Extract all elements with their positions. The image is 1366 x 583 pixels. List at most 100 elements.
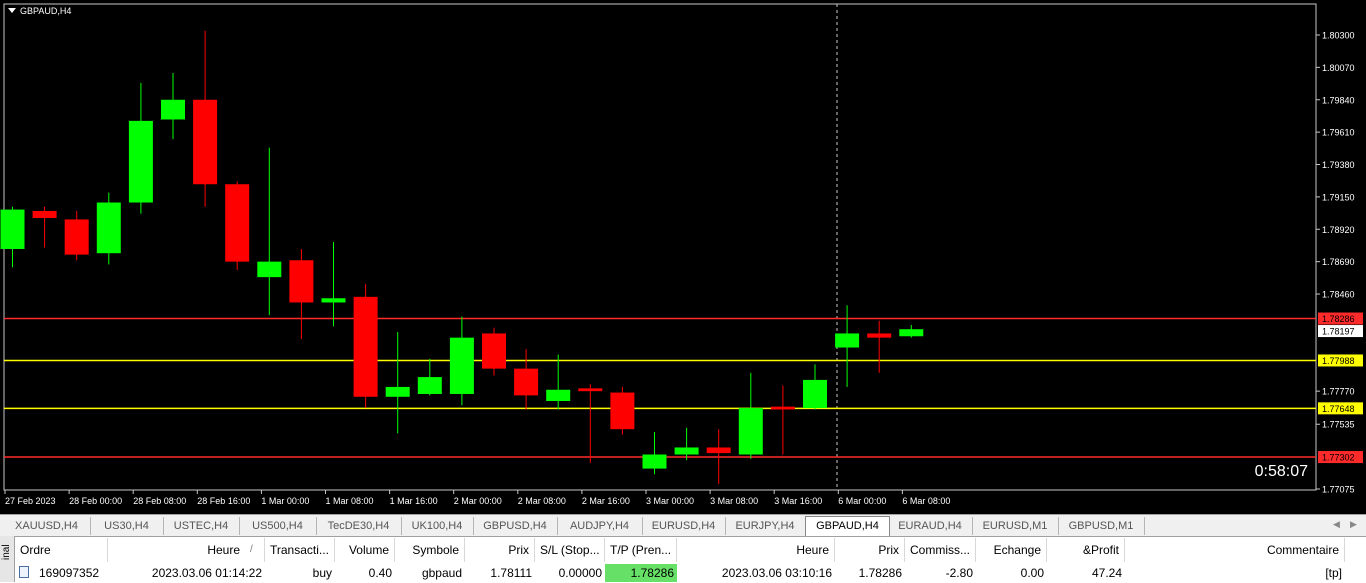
candle-body — [353, 296, 378, 397]
cell-prix-close[interactable]: 1.78286 — [835, 564, 905, 582]
chart-tabs-bar: XAUUSD,H4 US30,H4 USTEC,H4 US500,H4 TecDE30,… — [0, 514, 1366, 537]
plot-frame — [3, 3, 1317, 491]
price-axis-label: 1.80300 — [1322, 31, 1355, 41]
price-axis-label: 1.77535 — [1322, 420, 1355, 430]
column-header-profit[interactable]: &Profit — [1047, 538, 1125, 562]
column-header-tp[interactable]: T/P (Pren... — [605, 538, 677, 562]
column-header-commission[interactable]: Commiss... — [905, 538, 976, 562]
cell-heure-close[interactable]: 2023.03.06 03:10:16 — [677, 564, 835, 582]
candle-body — [514, 368, 539, 396]
candle-body — [546, 389, 571, 402]
tab-gbpaud-h4[interactable]: GBPAUD,H4 — [805, 516, 890, 537]
cell-heure[interactable]: 2023.03.06 01:14:22 — [108, 564, 265, 582]
tab-uk100-h4[interactable]: UK100,H4 — [401, 517, 474, 535]
tab-gbpusd-m1[interactable]: GBPUSD,M1 — [1058, 517, 1145, 535]
candle-body — [128, 120, 153, 203]
candle-body — [96, 202, 121, 254]
price-axis-label: 1.78690 — [1322, 257, 1355, 267]
column-header-echange[interactable]: Echange — [976, 538, 1047, 562]
column-header-symbole[interactable]: Symbole — [395, 538, 465, 562]
candle-body — [770, 406, 795, 410]
candle-body — [610, 392, 635, 430]
column-header-prix-close[interactable]: Prix — [835, 538, 905, 562]
price-axis-label: 1.78920 — [1322, 225, 1355, 235]
terminal-side-label: inal — [0, 536, 15, 582]
cell-commentaire[interactable]: [tp] — [1125, 564, 1345, 582]
tab-eurjpy-h4[interactable]: EURJPY,H4 — [725, 517, 806, 535]
order-document-icon — [19, 566, 29, 578]
tab-eurusd-h4[interactable]: EURUSD,H4 — [642, 517, 726, 535]
price-level-tag-label: 1.77648 — [1322, 404, 1355, 414]
column-header-prix[interactable]: Prix — [465, 538, 535, 562]
time-axis-label: 27 Feb 2023 — [5, 496, 56, 506]
price-axis-label: 1.79610 — [1322, 128, 1355, 138]
candle-body — [64, 219, 89, 255]
tab-scroll-left-icon[interactable]: ◀ — [1333, 519, 1340, 530]
price-axis-label: 1.77075 — [1322, 485, 1355, 495]
cell-prix[interactable]: 1.78111 — [465, 564, 535, 582]
column-header-ordre[interactable]: Ordre — [15, 538, 108, 562]
time-axis-label: 1 Mar 16:00 — [390, 496, 438, 506]
tab-eurusd-m1[interactable]: EURUSD,M1 — [972, 517, 1059, 535]
candle-body — [867, 333, 892, 338]
tab-gbpusd-h4[interactable]: GBPUSD,H4 — [473, 517, 558, 535]
candle-body — [835, 333, 860, 348]
time-axis-label: 3 Mar 00:00 — [646, 496, 694, 506]
column-header-transaction[interactable]: Transacti... — [265, 538, 335, 562]
column-header-volume[interactable]: Volume — [335, 538, 395, 562]
candle-body — [417, 377, 442, 394]
tab-us30-h4[interactable]: US30,H4 — [90, 517, 164, 535]
time-axis-label: 2 Mar 00:00 — [454, 496, 502, 506]
candle-body — [803, 379, 827, 409]
candle-body — [385, 386, 410, 397]
time-axis-label: 2 Mar 16:00 — [582, 496, 630, 506]
time-axis-label: 3 Mar 08:00 — [710, 496, 758, 506]
column-header-heure-close[interactable]: Heure — [677, 538, 835, 562]
column-header-heure[interactable]: Heure — [108, 538, 265, 562]
time-axis-label: 28 Feb 16:00 — [197, 496, 250, 506]
bar-countdown-timer: 0:58:07 — [1254, 463, 1308, 480]
tab-tecde30-h4[interactable]: TecDE30,H4 — [316, 517, 402, 535]
tab-euraud-h4[interactable]: EURAUD,H4 — [888, 517, 973, 535]
time-axis-label: 6 Mar 00:00 — [838, 496, 886, 506]
cell-symbole[interactable]: gbpaud — [395, 564, 465, 582]
time-axis-label: 1 Mar 08:00 — [326, 496, 374, 506]
tab-xauusd-h4[interactable]: XAUUSD,H4 — [3, 517, 91, 535]
price-chart[interactable]: 1.80300 1.80070 1.79840 1.79610 1.79380 1.791… — [0, 0, 1366, 514]
tab-scroll-right-icon[interactable]: ▶ — [1350, 519, 1357, 530]
chart-menu-caret-icon[interactable] — [8, 8, 16, 13]
cell-commission[interactable]: -2.80 — [905, 564, 976, 582]
cell-sl[interactable]: 0.00000 — [535, 564, 605, 582]
tab-audjpy-h4[interactable]: AUDJPY,H4 — [557, 517, 643, 535]
tab-ustec-h4[interactable]: USTEC,H4 — [163, 517, 240, 535]
price-axis-label: 1.79150 — [1322, 192, 1355, 202]
price-axis-label: 1.79840 — [1322, 95, 1355, 105]
column-header-sl[interactable]: S/L (Stop... — [535, 538, 605, 562]
cell-ordre[interactable]: 169097352 — [36, 564, 116, 582]
candle-body — [449, 337, 474, 394]
chart-window[interactable]: 1.80300 1.80070 1.79840 1.79610 1.79380 1.791… — [0, 0, 1366, 514]
candle-body — [289, 260, 314, 303]
time-axis-label: 2 Mar 08:00 — [518, 496, 566, 506]
chart-title: GBPAUD,H4 — [20, 6, 72, 16]
cell-transaction[interactable]: buy — [265, 564, 335, 582]
column-header-commentaire[interactable]: Commentaire — [1125, 538, 1345, 562]
time-axis-label: 3 Mar 16:00 — [774, 496, 822, 506]
cell-tp[interactable]: 1.78286 — [605, 564, 677, 582]
price-level-tag-label: 1.78286 — [1322, 314, 1355, 324]
candle-body — [0, 209, 25, 249]
price-axis-label: 1.80070 — [1322, 63, 1355, 73]
cell-volume[interactable]: 0.40 — [335, 564, 395, 582]
candle-body — [257, 261, 282, 278]
price-axis-label: 1.79380 — [1322, 160, 1355, 170]
candle-body — [161, 99, 185, 120]
candle-body — [674, 447, 699, 455]
candle-body — [899, 329, 924, 337]
cell-echange[interactable]: 0.00 — [976, 564, 1047, 582]
sort-indicator-icon: / — [250, 544, 253, 555]
tab-us500-h4[interactable]: US500,H4 — [239, 517, 317, 535]
cell-profit[interactable]: 47.24 — [1047, 564, 1125, 582]
time-axis-label: 1 Mar 00:00 — [261, 496, 309, 506]
candle-body — [706, 447, 731, 454]
price-axis-label: 1.78460 — [1322, 290, 1355, 300]
